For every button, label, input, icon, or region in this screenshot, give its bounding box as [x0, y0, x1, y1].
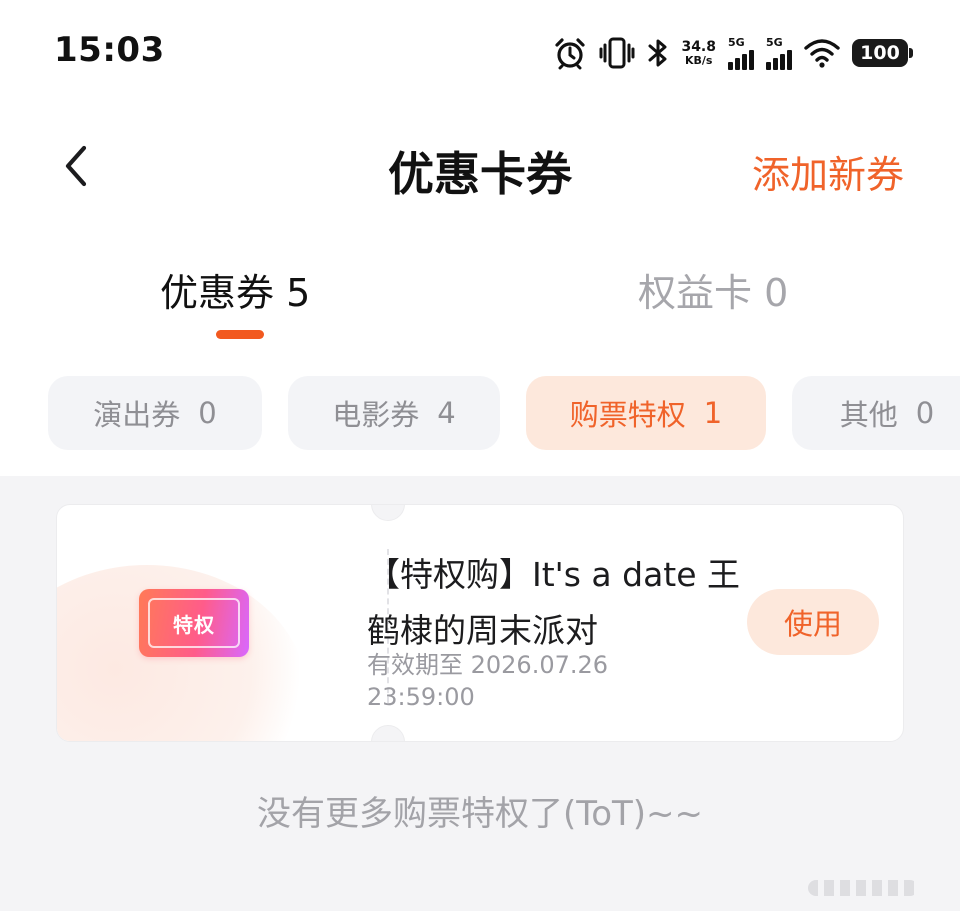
- status-time: 15:03: [54, 30, 165, 70]
- chip-count: 1: [703, 396, 723, 430]
- home-indicator: [808, 880, 918, 896]
- sim2-network-tag: 5G: [766, 36, 783, 49]
- chip-label: 演出券: [93, 398, 181, 432]
- coupon-card[interactable]: 特权 【特权购】It's a date 王鹤棣的周末派对 有效期至 2026.0…: [56, 504, 904, 742]
- tab-coupons[interactable]: 优惠券 5: [160, 262, 310, 317]
- network-speed-value: 34.8: [681, 38, 716, 55]
- chip-count: 0: [198, 396, 217, 430]
- status-icons: 34.8 KB/s 5G 5G 100: [553, 34, 913, 72]
- chip-ticket-privilege[interactable]: 购票特权 1: [526, 376, 766, 450]
- signal-icon: 5G: [766, 36, 792, 70]
- bluetooth-icon: [647, 36, 669, 70]
- coupon-title: 【特权购】It's a date 王鹤棣的周末派对: [367, 555, 741, 650]
- status-bar: 15:03 34.8 KB/s 5G 5G 100: [0, 0, 960, 100]
- network-speed-unit: KB/s: [684, 53, 713, 67]
- signal-icon: 5G: [728, 36, 754, 70]
- vibrate-icon: [599, 36, 635, 70]
- privilege-ticket-icon: 特权: [139, 589, 249, 657]
- tab-benefit-cards[interactable]: 权益卡 0: [638, 262, 788, 317]
- battery-icon: 100: [852, 39, 913, 67]
- chip-label: 其他: [839, 398, 898, 432]
- add-new-coupon-button[interactable]: 添加新券: [752, 144, 904, 199]
- coupon-expiry: 有效期至 2026.07.26 23:59:00: [367, 651, 609, 711]
- chip-other[interactable]: 其他 0: [792, 376, 960, 450]
- chevron-left-icon: [62, 144, 90, 192]
- wifi-icon: [804, 38, 840, 68]
- sim1-network-tag: 5G: [728, 36, 745, 49]
- no-more-text: 没有更多购票特权了(ToT)~~: [256, 794, 704, 834]
- chip-count: 4: [437, 396, 456, 430]
- battery-level: 100: [860, 42, 900, 64]
- chip-count: 0: [915, 396, 935, 430]
- chip-show-coupons[interactable]: 演出券 0: [48, 376, 262, 450]
- page-title: 优惠卡券: [388, 147, 572, 201]
- ticket-notch: [371, 505, 405, 521]
- tab-active-indicator: [216, 330, 264, 339]
- ticket-notch: [371, 725, 405, 741]
- chip-label: 购票特权: [569, 398, 686, 432]
- chip-label: 电影券: [332, 398, 420, 432]
- chip-movie-coupons[interactable]: 电影券 4: [288, 376, 500, 450]
- use-coupon-button[interactable]: 使用: [747, 589, 879, 655]
- network-speed: 34.8 KB/s: [681, 38, 716, 67]
- alarm-icon: [553, 36, 587, 70]
- privilege-badge-text: 特权: [148, 598, 240, 648]
- back-button[interactable]: [54, 140, 98, 196]
